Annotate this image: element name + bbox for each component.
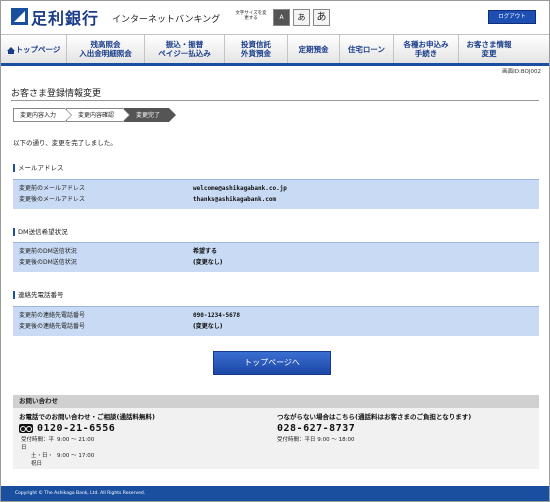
freedial-lead: お電話でのお問い合わせ・ご相談(通話料無料): [19, 413, 155, 421]
email-after-label: 変更後のメールアドレス: [19, 196, 86, 203]
page-title: お客さま登録情報変更: [11, 89, 102, 99]
info-row: 変更後の連絡先電話番号 (変更なし): [13, 321, 539, 333]
bank-logo-icon: [11, 8, 28, 25]
complete-message: 以下の通り、変更を完了しました。: [13, 139, 117, 147]
nav-item-time-deposit[interactable]: 定期預金: [288, 35, 340, 63]
freedial-phone: 0120-21-6556: [19, 423, 269, 434]
email-after-value: thanks@ashikagabank.com: [193, 196, 277, 203]
top-page-button[interactable]: トップページへ: [213, 351, 331, 375]
hours-value-holiday: 9:00 ～ 17:00: [57, 453, 95, 459]
nav-item-transfer[interactable]: 振込・振替 ペイジー払込み: [145, 35, 225, 63]
progress-steps: 変更内容入力 変更内容確認 変更完了: [13, 108, 177, 122]
contact-freedial: お電話でのお問い合わせ・ご相談(通話料無料) 0120-21-6556 受付時間…: [19, 411, 269, 468]
hours-label-weekday: 受付時間：平日: [21, 437, 55, 451]
info-row: 変更後のメールアドレス thanks@ashikagabank.com: [13, 194, 539, 206]
nav-item-top[interactable]: トップページ: [1, 35, 67, 63]
logout-button[interactable]: ログアウト: [488, 10, 536, 24]
service-name: インターネットバンキング: [112, 15, 221, 25]
step-complete: 変更完了: [124, 108, 177, 122]
free-dial-icon: [19, 424, 33, 433]
dm-after-value: (変更なし): [193, 259, 223, 266]
dm-info-box: 変更前のDM送信状況 希望する 変更後のDM送信状況 (変更なし): [13, 242, 539, 272]
global-nav: トップページ 残高照会 入出金明細照会 振込・振替 ペイジー払込み 投資信託 外…: [1, 34, 549, 66]
step-confirm: 変更内容確認: [66, 108, 131, 122]
step-input: 変更内容入力: [13, 108, 73, 122]
tollline-phone: 028-627-8737: [277, 423, 356, 434]
screen-id: 画面ID:BOJ002: [502, 69, 541, 75]
title-divider: [11, 100, 539, 101]
page: 足利銀行 インターネットバンキング 文字サイズを変更する A あ あ ログアウト…: [0, 0, 550, 502]
freedial-number: 0120-21-6556: [37, 423, 116, 434]
phone-after-value: (変更なし): [193, 323, 223, 330]
nav-item-investment[interactable]: 投資信託 外貨預金: [225, 35, 288, 63]
home-icon: [6, 47, 15, 54]
nav-item-label: トップページ: [15, 44, 61, 54]
tollline-lead: つながらない場合はこちら(通話料はお客さまのご負担となります): [277, 413, 472, 421]
phone-info-box: 変更前の連絡先電話番号 090-1234-5678 変更後の連絡先電話番号 (変…: [13, 306, 539, 336]
section-title-dm: DM送信希望状況: [13, 228, 68, 236]
dm-after-label: 変更後のDM送信状況: [19, 259, 77, 266]
freedial-hours: 受付時間：平日 9:00 ～ 21:00 土・日・祝日 9:00 ～ 17:00: [19, 436, 269, 468]
nav-item-balance[interactable]: 残高照会 入出金明細照会: [67, 35, 145, 63]
info-row: 変更後のDM送信状況 (変更なし): [13, 257, 539, 269]
hours-value-weekday: 9:00 ～ 21:00: [57, 437, 95, 443]
header: 足利銀行 インターネットバンキング 文字サイズを変更する A あ あ ログアウト: [1, 1, 549, 34]
section-title-email: メールアドレス: [13, 164, 64, 172]
email-info-box: 変更前のメールアドレス welcome@ashikagabank.co.jp 変…: [13, 179, 539, 209]
bank-name: 足利銀行: [31, 9, 100, 28]
contact-box: お問い合わせ お電話でのお問い合わせ・ご相談(通話料無料) 0120-21-65…: [13, 395, 539, 469]
phone-after-label: 変更後の連絡先電話番号: [19, 323, 86, 330]
contact-heading: お問い合わせ: [13, 395, 539, 408]
hours-label-holiday: 土・日・祝日: [31, 453, 54, 467]
contact-tollline: つながらない場合はこちら(通話料はお客さまのご負担となります) 028-627-…: [277, 411, 537, 444]
tollline-hours: 受付時間：平日 9:00 ～ 18:00: [277, 437, 355, 443]
font-size-label: 文字サイズを変更する: [235, 11, 267, 21]
nav-item-applications[interactable]: 各種お申込み 手続き: [394, 35, 459, 63]
font-size-small-button[interactable]: A: [273, 9, 290, 26]
font-size-large-button[interactable]: あ: [313, 9, 330, 26]
footer-copyright: Copyright © The Ashikaga Bank, Ltd. All …: [1, 486, 549, 501]
nav-item-home-loan[interactable]: 住宅ローン: [340, 35, 394, 63]
font-size-medium-button[interactable]: あ: [293, 9, 310, 26]
section-title-phone: 連絡先電話番号: [13, 291, 64, 299]
nav-item-customer-info[interactable]: お客さま情報 変更: [459, 35, 519, 63]
